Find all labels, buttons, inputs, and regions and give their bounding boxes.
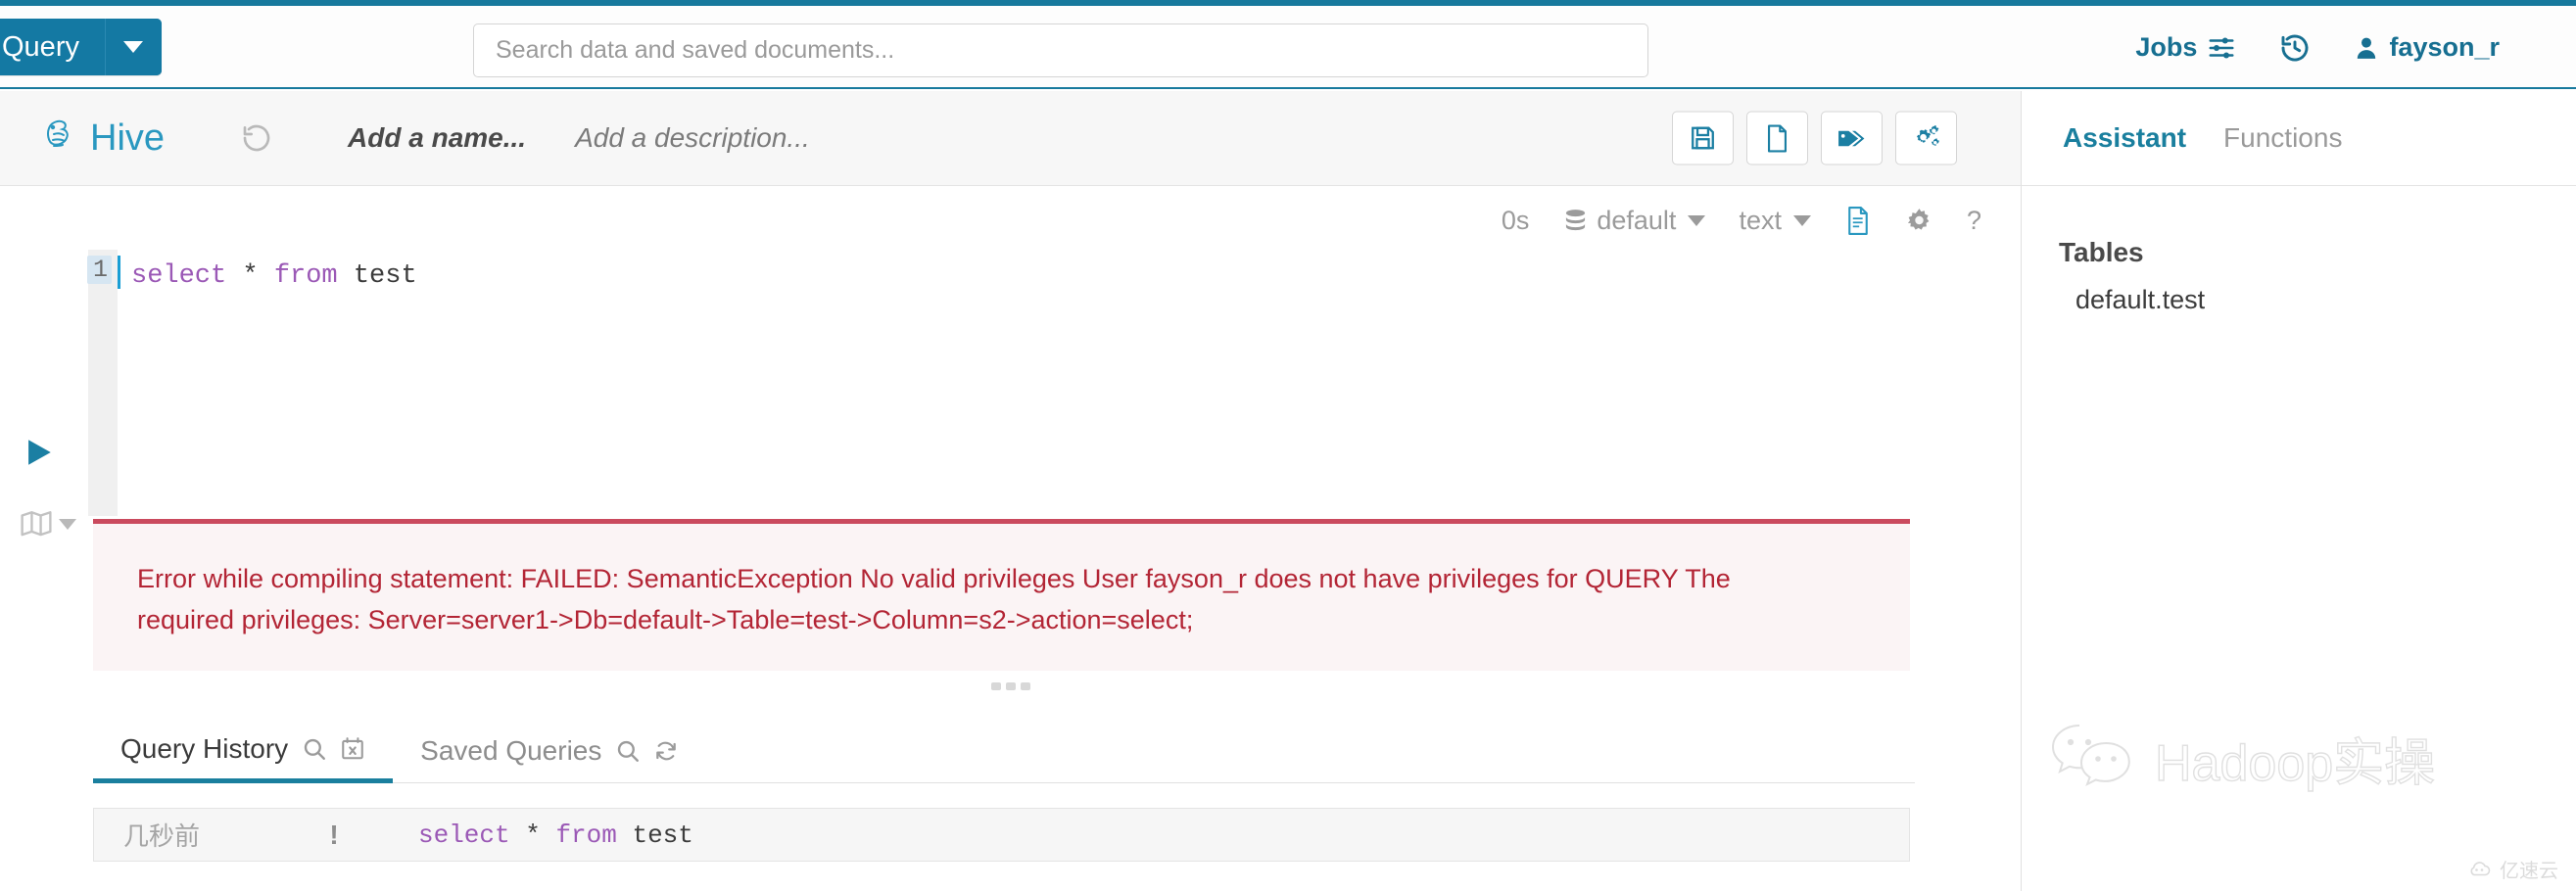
tab-saved-queries[interactable]: Saved Queries: [393, 720, 706, 783]
result-document-icon: [1844, 206, 1872, 236]
error-panel: Error while compiling statement: FAILED:…: [93, 519, 1910, 671]
editor-settings-button[interactable]: [1888, 207, 1950, 235]
tab-functions[interactable]: Functions: [2223, 122, 2342, 154]
result-document-button[interactable]: [1828, 206, 1888, 236]
sql-token-keyword: from: [273, 261, 338, 291]
document-description-input[interactable]: Add a description...: [575, 122, 810, 154]
tab-query-history-label: Query History: [120, 732, 289, 764]
result-format-selector[interactable]: text: [1722, 206, 1828, 236]
chevron-down-icon: [123, 41, 144, 53]
tables-section-title: Tables: [2059, 237, 2144, 267]
floppy-disk-icon: [1689, 124, 1717, 153]
execution-duration: 0s: [1501, 206, 1530, 235]
text-cursor: [118, 256, 120, 289]
user-icon: [2354, 34, 2379, 62]
sql-token-keyword: select: [131, 261, 227, 291]
sql-token-plain: test: [337, 261, 417, 291]
sql-token-keyword: select: [418, 820, 510, 850]
execute-query-button[interactable]: [22, 436, 55, 469]
editor-code-area[interactable]: select * from test: [118, 250, 1910, 516]
help-button[interactable]: ?: [1950, 206, 1998, 236]
error-message-line-2: required privileges: Server=server1->Db=…: [137, 605, 1194, 634]
query-history-tab-icons: [302, 735, 365, 762]
user-name: fayson_r: [2389, 32, 2500, 62]
top-navbar: Query Jobs: [0, 6, 2576, 89]
error-message-line-1: Error while compiling statement: FAILED:…: [137, 564, 1731, 593]
global-search[interactable]: [473, 23, 1648, 77]
assistant-panel: Assistant Functions Tables default.test: [2021, 91, 2576, 891]
editor-left-rail: [0, 186, 88, 537]
panel-resize-handle[interactable]: [0, 676, 2021, 697]
app-header: Hive Add a name... Add a description...: [0, 91, 2021, 186]
table-row[interactable]: 几秒前 ! select * from test: [93, 808, 1910, 862]
refresh-icon[interactable]: [653, 738, 679, 764]
chevron-down-icon: [1792, 215, 1811, 226]
new-document-button[interactable]: [1746, 111, 1808, 165]
assistant-panel-tabs: Assistant Functions: [2022, 91, 2576, 186]
header-toolbar: [1672, 111, 1957, 165]
chevron-down-icon: [59, 518, 76, 530]
line-number: 1: [86, 256, 112, 284]
product-name: Hive: [90, 117, 166, 159]
calendar-clear-icon[interactable]: [340, 735, 365, 762]
tab-query-history[interactable]: Query History: [93, 720, 394, 783]
database-selector[interactable]: default: [1546, 206, 1722, 236]
error-message: Error while compiling statement: FAILED:…: [93, 524, 1910, 640]
history-clock-icon: [2279, 32, 2311, 64]
gears-icon: [1911, 124, 1941, 153]
search-icon[interactable]: [615, 738, 641, 764]
query-map-toggle[interactable]: [20, 509, 76, 539]
chevron-down-icon: [1688, 215, 1706, 226]
history-button[interactable]: [2258, 32, 2332, 64]
sql-token-plain: test: [616, 820, 693, 850]
save-button[interactable]: [1672, 111, 1734, 165]
settings-button[interactable]: [1895, 111, 1957, 165]
tab-saved-queries-label: Saved Queries: [420, 735, 602, 766]
query-dropdown-toggle[interactable]: [104, 19, 162, 75]
document-icon: [1764, 123, 1790, 153]
result-format-label: text: [1739, 206, 1782, 235]
hue-query-editor-page: Query Jobs: [0, 0, 2576, 891]
editor-gutter: 1: [86, 250, 118, 516]
tags-icon: [1837, 125, 1867, 151]
navbar-right-actions: Jobs fayson_r: [2114, 6, 2521, 89]
tab-assistant[interactable]: Assistant: [2063, 122, 2186, 154]
database-name: default: [1597, 206, 1677, 235]
jobs-label: Jobs: [2135, 32, 2198, 62]
drag-dots-icon: [990, 682, 1030, 690]
document-name-input[interactable]: Add a name...: [348, 122, 526, 154]
history-time: 几秒前: [123, 821, 201, 851]
history-sql: select * from test: [393, 821, 693, 850]
search-input[interactable]: [473, 23, 1648, 77]
sliders-icon: [2207, 33, 2236, 63]
sql-token-keyword: from: [555, 820, 617, 850]
tags-button[interactable]: [1821, 111, 1883, 165]
hive-brand: Hive: [41, 117, 165, 160]
user-menu[interactable]: fayson_r: [2332, 32, 2521, 63]
saved-queries-tab-icons: [615, 738, 679, 764]
hive-logo-icon: [41, 117, 80, 160]
search-icon[interactable]: [302, 736, 327, 762]
revert-icon[interactable]: [241, 122, 272, 154]
map-icon: [20, 509, 53, 539]
jobs-link[interactable]: Jobs: [2114, 32, 2258, 63]
history-status-badge: !: [329, 819, 339, 850]
gear-icon: [1905, 207, 1933, 235]
query-button-group[interactable]: Query: [0, 19, 162, 75]
query-button[interactable]: Query: [0, 19, 105, 75]
sql-token-plain: *: [509, 820, 556, 850]
sql-token-plain: *: [226, 261, 274, 291]
bottom-tabs: Query History Saved Queries: [93, 720, 1915, 783]
list-item[interactable]: default.test: [2075, 285, 2576, 315]
sql-editor[interactable]: 1 select * from test: [86, 250, 1910, 516]
database-icon: [1562, 208, 1589, 234]
editor-toolbar: 0s default text ?: [1485, 206, 1998, 236]
